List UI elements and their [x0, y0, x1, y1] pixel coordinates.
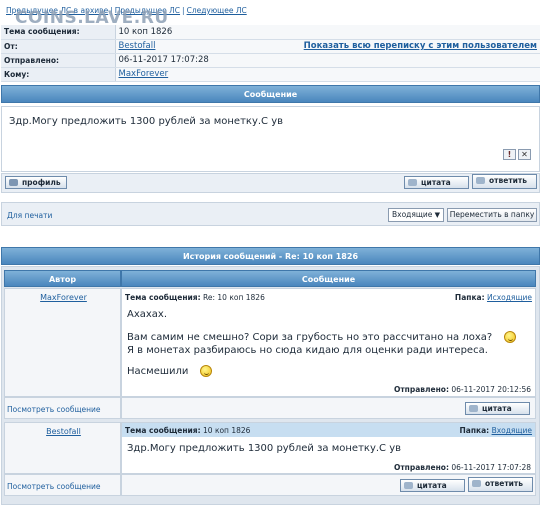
move-to-folder-button[interactable]: Переместить в папку	[447, 208, 537, 222]
to-label: Кому:	[1, 67, 116, 82]
history-item-1-folder-label: Папка:	[454, 293, 485, 302]
site-watermark: COINS.LAVE.RU	[15, 8, 169, 28]
history-title-bar: История сообщений - Re: 10 коп 1826	[1, 247, 540, 265]
message-header: Тема сообщения: 10 коп 1826 От: Bestofal…	[1, 25, 540, 82]
history-item-1-line-4: Насмешили	[127, 366, 189, 377]
history-item-2-subject: 10 коп 1826	[203, 426, 251, 435]
history-item-2-sent-label: Отправлено:	[393, 463, 449, 472]
history-item-1-view-link[interactable]: Посмотреть сообщение	[7, 405, 101, 414]
print-link[interactable]: Для печати	[7, 211, 52, 220]
history-item-1-line-1: Ахахах.	[127, 309, 168, 320]
history-item-2-author-cell: Bestofall	[4, 422, 121, 474]
message-body: Здр.Могу предложить 1300 рублей за монет…	[1, 106, 540, 172]
history-item-2-author[interactable]: Bestofall	[46, 427, 81, 436]
history-item-1-author-cell: MaxForever	[4, 288, 121, 397]
reply-icon	[476, 177, 485, 184]
delete-icon[interactable]: ✕	[518, 149, 531, 160]
show-all-correspondence-link[interactable]: Показать всю переписку с этим пользовате…	[304, 41, 537, 51]
quote-button[interactable]: цитата	[404, 176, 469, 189]
history-item-1-message-cell: Тема сообщения: Re: 10 коп 1826 Папка: И…	[121, 288, 536, 397]
history-item-2-subject-label: Тема сообщения:	[125, 426, 201, 435]
sent-value: 06-11-2017 17:07:28	[115, 53, 540, 68]
history-item-2-folder[interactable]: Входящие	[492, 426, 532, 435]
message-text: Здр.Могу предложить 1300 рублей за монет…	[9, 116, 284, 127]
history-item-2-buttons-cell: цитата ответить	[121, 474, 536, 496]
from-label: От:	[1, 39, 116, 54]
history-item-2-reply-button[interactable]: ответить	[468, 477, 533, 492]
history-item-2-view-cell: Посмотреть сообщение	[4, 474, 121, 496]
history-item-2-sent: 06-11-2017 17:07:28	[451, 463, 531, 472]
next-message-link[interactable]: Следующее ЛС	[187, 6, 247, 15]
quote-icon	[404, 482, 413, 489]
chevron-down-icon: ▼	[434, 211, 440, 219]
history-item-1-subject: Re: 10 коп 1826	[203, 293, 265, 302]
history-item-1-quote-button[interactable]: цитата	[465, 402, 530, 415]
message-buttons-row: профиль цитата ответить	[1, 173, 540, 193]
quote-icon	[408, 179, 417, 186]
history-item-1-line-3: Я в монетах разбираюсь но сюда кидаю для…	[127, 345, 488, 356]
smiley-icon	[504, 331, 517, 343]
sent-label: Отправлено:	[1, 53, 116, 68]
actions-row: Для печати Входящие ▼ Переместить в папку	[1, 202, 540, 226]
history-item-1-buttons-cell: цитата	[121, 397, 536, 419]
from-user-link[interactable]: Bestofall	[119, 41, 156, 51]
message-column-header: Сообщение	[121, 270, 536, 287]
history-item-2-line-1: Здр.Могу предложить 1300 рублей за монет…	[127, 443, 402, 454]
quote-icon	[469, 405, 478, 412]
author-column-header: Автор	[4, 270, 121, 287]
history-item-1-view-cell: Посмотреть сообщение	[4, 397, 121, 419]
history-item-1-line-2: Вам самим не смешно? Сори за грубость но…	[127, 332, 493, 343]
history-item-1-sent: 06-11-2017 20:12:56	[451, 385, 531, 394]
profile-button[interactable]: профиль	[5, 176, 67, 189]
reply-button[interactable]: ответить	[472, 174, 537, 189]
history-item-1-subject-label: Тема сообщения:	[125, 293, 201, 302]
reply-icon	[472, 480, 481, 487]
history-item-2-view-link[interactable]: Посмотреть сообщение	[7, 482, 101, 491]
to-user-link[interactable]: MaxForever	[119, 69, 169, 79]
message-title-bar: Сообщение	[1, 85, 540, 103]
report-icon[interactable]: !	[503, 149, 516, 160]
smiley-icon	[200, 365, 213, 377]
history-item-1-sent-label: Отправлено:	[393, 385, 449, 394]
history-item-1-folder[interactable]: Исходящие	[487, 293, 532, 302]
subject-value: 10 коп 1826	[115, 25, 540, 40]
profile-icon	[9, 179, 18, 186]
history-item-2-folder-label: Папка:	[459, 426, 490, 435]
history-item-1-author[interactable]: MaxForever	[40, 293, 87, 302]
history-item-2-quote-button[interactable]: цитата	[400, 479, 465, 492]
folder-select[interactable]: Входящие ▼	[388, 208, 444, 222]
history-item-2-message-cell: Тема сообщения: 10 коп 1826 Папка: Входя…	[121, 422, 536, 474]
